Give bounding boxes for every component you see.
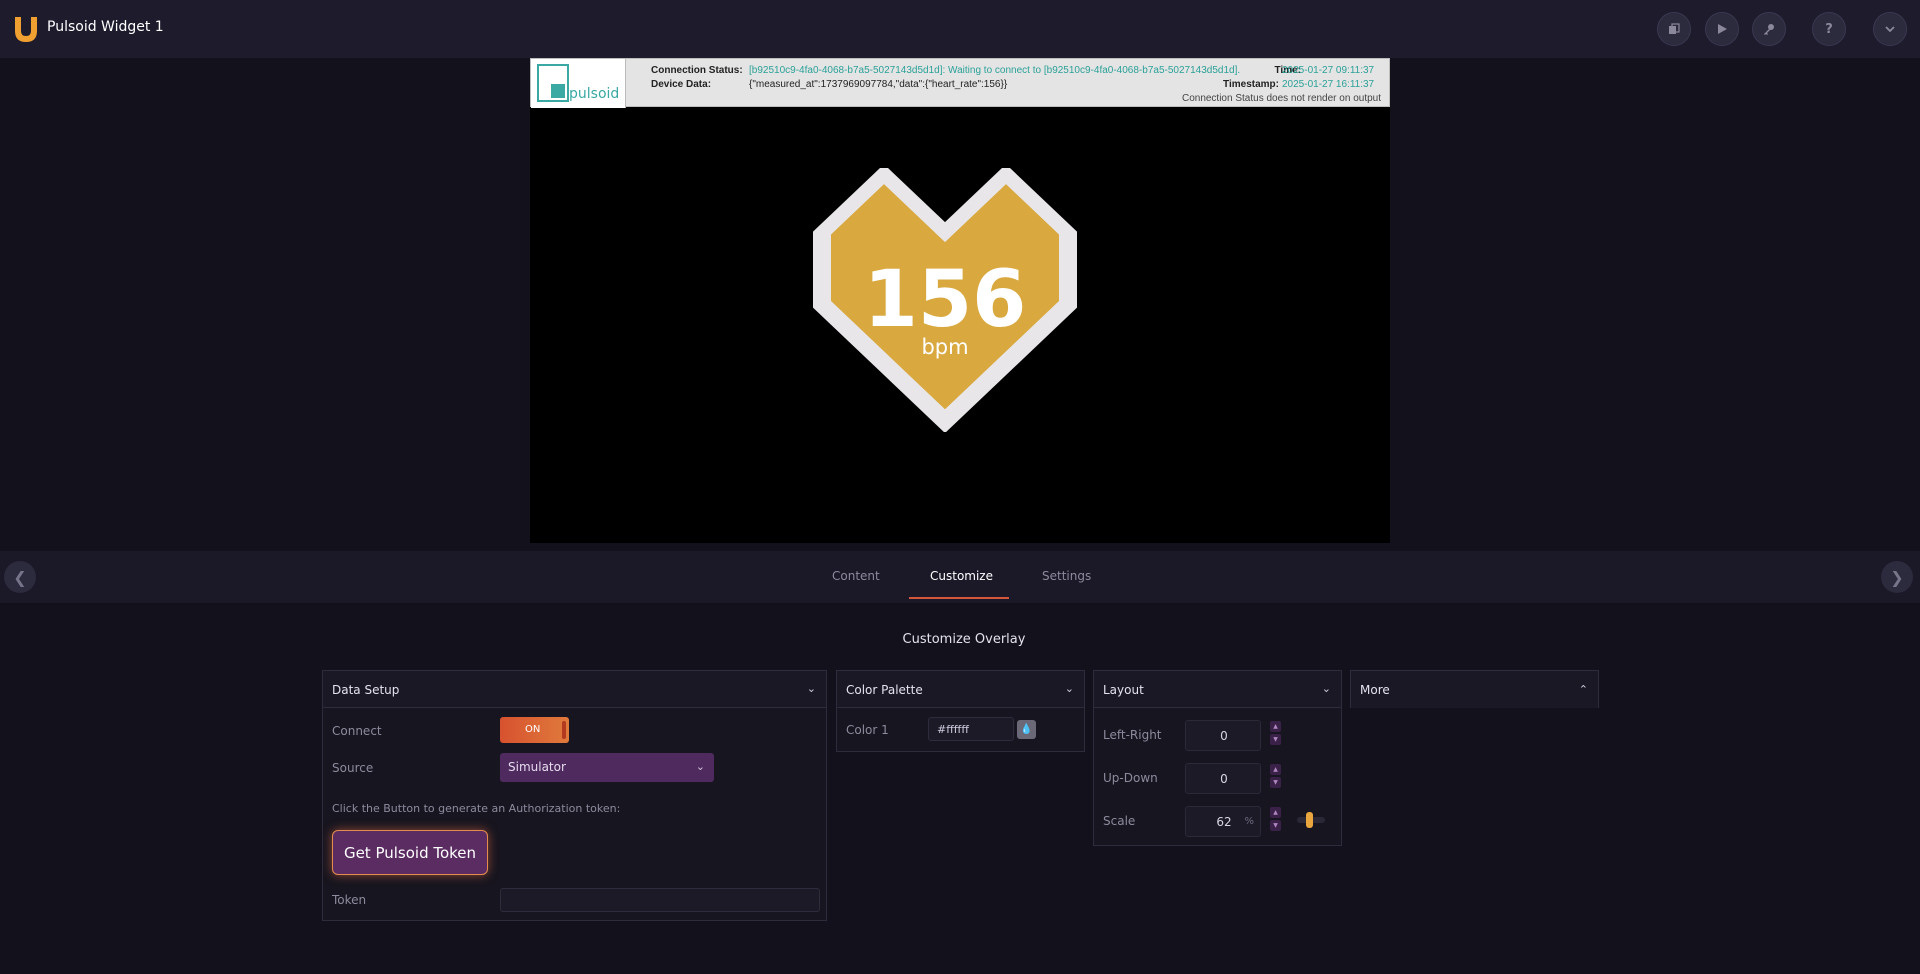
left-right-input[interactable]: 0: [1185, 720, 1261, 751]
app-title: Pulsoid Widget 1: [47, 19, 164, 35]
token-label: Token: [332, 893, 367, 907]
help-icon: ?: [1825, 21, 1833, 37]
more-header[interactable]: More ⌃: [1351, 671, 1598, 708]
increment-button[interactable]: ▲: [1270, 807, 1281, 818]
app-logo-icon: [15, 17, 37, 42]
token-input[interactable]: [500, 888, 820, 912]
decrement-button[interactable]: ▼: [1270, 734, 1281, 745]
tab-content[interactable]: Content: [832, 569, 880, 583]
pulsoid-logo: pulsoid: [531, 59, 626, 108]
up-down-value: 0: [1220, 772, 1228, 786]
chevron-up-icon: ⌃: [1578, 683, 1588, 696]
timestamp-value: 2025-01-27 16:11:37: [1282, 79, 1375, 90]
up-down-stepper[interactable]: ▲ ▼: [1270, 764, 1281, 788]
scale-label: Scale: [1103, 814, 1136, 828]
copy-icon: [1669, 23, 1680, 34]
connection-note: Connection Status does not render on out…: [1181, 93, 1381, 104]
dropper-icon: 💧: [1020, 724, 1033, 735]
chevron-down-icon: ⌄: [695, 760, 705, 773]
data-setup-header[interactable]: Data Setup ⌄: [323, 671, 826, 708]
up-down-input[interactable]: 0: [1185, 763, 1261, 794]
more-panel: More ⌃: [1350, 670, 1599, 708]
play-button[interactable]: [1705, 12, 1739, 46]
overlay-preview: pulsoid Connection Status: [b92510c9-4fa…: [530, 58, 1390, 543]
play-icon: [1718, 24, 1727, 34]
layout-header[interactable]: Layout ⌄: [1094, 671, 1341, 708]
color-palette-panel: Color Palette ⌄ Color 1 #ffffff 💧: [836, 670, 1085, 752]
heart-rate-unit: bpm: [921, 335, 968, 359]
color-palette-header[interactable]: Color Palette ⌄: [837, 671, 1084, 708]
source-select[interactable]: Simulator ⌄: [500, 753, 714, 782]
chevron-down-icon: ⌄: [1321, 682, 1331, 695]
connection-status-value: [b92510c9-4fa0-4068-b7a5-5027143d5d1d]: …: [749, 65, 1241, 76]
timestamp-label: Timestamp:: [1223, 79, 1279, 90]
pulsoid-logo-text: pulsoid: [569, 86, 620, 102]
layout-panel: Layout ⌄ Left-Right 0 ▲ ▼ Up-Down 0 ▲ ▼ …: [1093, 670, 1342, 846]
key-icon: [1764, 24, 1774, 35]
color1-input[interactable]: #ffffff: [928, 717, 1014, 741]
scale-unit: %: [1244, 816, 1254, 827]
preview-area: pulsoid Connection Status: [b92510c9-4fa…: [0, 58, 1920, 551]
decrement-button[interactable]: ▼: [1270, 777, 1281, 788]
next-arrow-button[interactable]: ❯: [1881, 561, 1913, 593]
source-selected-value: Simulator: [508, 760, 566, 774]
device-data-value: {"measured_at":1737969097784,"data":{"he…: [749, 79, 1008, 90]
data-setup-panel: Data Setup ⌄ Connect ON Source Simulator…: [322, 670, 827, 921]
key-button[interactable]: [1752, 12, 1786, 46]
chevron-down-icon: ⌄: [806, 682, 816, 695]
get-pulsoid-token-button[interactable]: Get Pulsoid Token: [332, 830, 488, 875]
help-button[interactable]: ?: [1812, 12, 1846, 46]
toggle-knob: [562, 721, 566, 739]
tab-settings[interactable]: Settings: [1042, 569, 1091, 583]
chevron-left-icon: ❮: [13, 567, 27, 587]
copy-button[interactable]: [1657, 12, 1691, 46]
left-right-stepper[interactable]: ▲ ▼: [1270, 721, 1281, 745]
top-bar: Pulsoid Widget 1 ?: [0, 0, 1920, 58]
connect-toggle[interactable]: ON: [500, 717, 569, 743]
chevron-down-icon: [1885, 26, 1895, 33]
source-label: Source: [332, 761, 374, 775]
color-palette-title: Color Palette: [846, 683, 923, 697]
connect-toggle-text: ON: [525, 724, 541, 735]
left-right-value: 0: [1220, 729, 1228, 743]
chevron-down-icon: ⌄: [1064, 682, 1074, 695]
token-instruction: Click the Button to generate an Authoriz…: [332, 802, 621, 815]
scale-slider-thumb[interactable]: [1306, 812, 1313, 828]
customize-overlay-title: Customize Overlay: [902, 632, 1026, 647]
increment-button[interactable]: ▲: [1270, 721, 1281, 732]
scale-stepper[interactable]: ▲ ▼: [1270, 807, 1281, 831]
menu-button[interactable]: [1873, 12, 1907, 46]
scale-input[interactable]: 62 %: [1185, 806, 1261, 837]
data-setup-title: Data Setup: [332, 683, 400, 697]
device-data-label: Device Data:: [651, 79, 712, 90]
left-right-label: Left-Right: [1103, 728, 1162, 742]
time-value: 2025-01-27 09:11:37: [1282, 65, 1375, 76]
prev-arrow-button[interactable]: ❮: [4, 561, 36, 593]
up-down-label: Up-Down: [1103, 771, 1158, 785]
increment-button[interactable]: ▲: [1270, 764, 1281, 775]
decrement-button[interactable]: ▼: [1270, 820, 1281, 831]
color1-label: Color 1: [846, 723, 889, 737]
chevron-right-icon: ❯: [1890, 567, 1904, 587]
active-tab-indicator: [909, 597, 1009, 599]
heart-rate-value: 156: [864, 255, 1027, 345]
connection-status-label: Connection Status:: [651, 65, 743, 76]
heart-rate-widget: 156 bpm: [813, 168, 1077, 432]
tab-customize[interactable]: Customize: [930, 569, 993, 583]
tab-bar: ❮ Content Customize Settings ❯: [0, 551, 1920, 603]
connect-label: Connect: [332, 724, 382, 738]
connection-info-bar: pulsoid Connection Status: [b92510c9-4fa…: [530, 58, 1390, 108]
color-picker-button[interactable]: 💧: [1017, 720, 1036, 739]
layout-title: Layout: [1103, 683, 1144, 697]
more-title: More: [1360, 683, 1390, 697]
